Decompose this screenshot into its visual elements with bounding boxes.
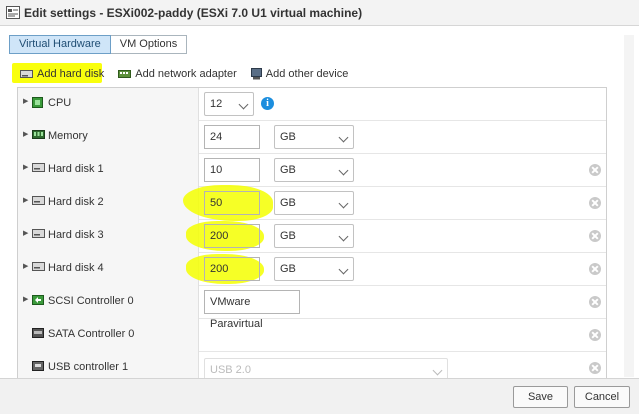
remove-device-icon[interactable]	[589, 164, 601, 176]
device-actions-bar: Add hard disk Add network adapter Add ot…	[20, 66, 362, 82]
device-label-cpu: CPU	[48, 97, 72, 109]
device-row-usb-controller-1: USB controller 1 USB 2.0	[18, 352, 606, 378]
hard-disk-1-unit-value: GB	[280, 164, 296, 176]
hard-disk-2-unit-select[interactable]: GB	[274, 191, 354, 215]
hard-disk-2-size-input[interactable]: 50	[204, 191, 260, 215]
device-row-hard-disk-2: ▶ Hard disk 2 50 GB	[18, 185, 606, 221]
remove-device-icon[interactable]	[589, 230, 601, 242]
vm-settings-icon	[6, 6, 20, 19]
hard-disk-icon	[32, 262, 45, 271]
device-row-memory: ▶ Memory 24 GB	[18, 121, 606, 154]
memory-unit-value: GB	[280, 131, 296, 143]
expand-arrow-icon[interactable]: ▶	[23, 97, 28, 105]
chevron-down-icon	[432, 365, 443, 376]
hard-disk-4-unit-select[interactable]: GB	[274, 257, 354, 281]
scsi-controller-type-select[interactable]: VMware Paravirtual	[204, 290, 300, 330]
expand-arrow-icon[interactable]: ▶	[23, 130, 28, 138]
cpu-count-value: 12	[210, 98, 223, 110]
dialog-scrollbar[interactable]	[624, 35, 634, 377]
hard-disk-icon	[32, 163, 45, 172]
remove-device-icon[interactable]	[589, 263, 601, 275]
other-device-icon	[250, 68, 262, 80]
remove-device-icon[interactable]	[589, 197, 601, 209]
scsi-controller-icon	[32, 295, 44, 305]
expand-arrow-icon[interactable]: ▶	[23, 163, 28, 171]
settings-tabs: Virtual Hardware VM Options	[9, 35, 188, 54]
hard-disk-icon	[32, 196, 45, 205]
hard-disk-2-unit-value: GB	[280, 197, 296, 209]
chevron-down-icon	[338, 132, 349, 143]
dialog-footer: Save Cancel	[0, 378, 639, 414]
usb-controller-type-value: USB 2.0	[210, 364, 251, 376]
hard-disk-1-size-input[interactable]: 10	[204, 158, 260, 182]
device-label-memory: Memory	[48, 130, 88, 142]
device-row-scsi-controller-0: ▶ SCSI Controller 0 VMware Paravirtual	[18, 286, 606, 330]
sata-controller-icon	[32, 328, 44, 338]
chevron-down-icon	[338, 198, 349, 209]
usb-controller-type-select[interactable]: USB 2.0	[204, 358, 448, 378]
hard-disk-1-unit-select[interactable]: GB	[274, 158, 354, 182]
device-label-sata-controller-0: SATA Controller 0	[48, 328, 135, 340]
memory-unit-select[interactable]: GB	[274, 125, 354, 149]
expand-arrow-icon[interactable]: ▶	[23, 196, 28, 204]
hard-disk-4-size-input[interactable]: 200	[204, 257, 260, 281]
cancel-button[interactable]: Cancel	[574, 386, 630, 408]
expand-arrow-icon[interactable]: ▶	[23, 262, 28, 270]
device-row-hard-disk-1: ▶ Hard disk 1 10 GB	[18, 154, 606, 187]
remove-device-icon[interactable]	[589, 296, 601, 308]
device-row-sata-controller-0: SATA Controller 0	[18, 319, 606, 352]
hard-disk-icon	[32, 229, 45, 238]
chevron-down-icon	[338, 264, 349, 275]
device-label-hard-disk-3: Hard disk 3	[48, 229, 104, 241]
memory-icon	[32, 130, 45, 139]
virtual-hardware-list: ▶ CPU 12 i ▶ Memory 24 GB ▶ Hard disk 1 …	[17, 87, 607, 378]
add-other-device-button[interactable]: Add other device	[250, 68, 349, 80]
chevron-down-icon	[238, 99, 249, 110]
hard-disk-4-unit-value: GB	[280, 263, 296, 275]
remove-device-icon[interactable]	[589, 329, 601, 341]
chevron-down-icon	[338, 231, 349, 242]
add-network-adapter-label: Add network adapter	[135, 68, 237, 80]
device-label-scsi-controller-0: SCSI Controller 0	[48, 295, 134, 307]
info-icon[interactable]: i	[261, 97, 274, 110]
usb-controller-icon	[32, 361, 44, 371]
cpu-count-select[interactable]: 12	[204, 92, 254, 116]
cpu-icon	[32, 97, 43, 108]
chevron-down-icon	[338, 165, 349, 176]
hard-disk-3-unit-value: GB	[280, 230, 296, 242]
device-row-hard-disk-3: ▶ Hard disk 3 200 GB	[18, 220, 606, 253]
add-other-device-label: Add other device	[265, 68, 349, 80]
hard-disk-3-unit-select[interactable]: GB	[274, 224, 354, 248]
tab-vm-options[interactable]: VM Options	[110, 35, 188, 54]
hard-disk-add-icon	[20, 70, 33, 78]
memory-size-input[interactable]: 24	[204, 125, 260, 149]
tab-virtual-hardware[interactable]: Virtual Hardware	[9, 35, 111, 54]
device-row-cpu: ▶ CPU 12 i	[18, 88, 606, 121]
device-label-hard-disk-4: Hard disk 4	[48, 262, 104, 274]
device-label-usb-controller-1: USB controller 1	[48, 361, 129, 373]
add-hard-disk-label: Add hard disk	[37, 68, 105, 80]
save-button[interactable]: Save	[513, 386, 568, 408]
hard-disk-3-size-input[interactable]: 200	[204, 224, 260, 248]
dialog-titlebar: Edit settings - ESXi002-paddy (ESXi 7.0 …	[0, 0, 639, 26]
dialog-title: Edit settings - ESXi002-paddy (ESXi 7.0 …	[24, 6, 363, 20]
network-adapter-icon	[118, 70, 132, 78]
add-hard-disk-button[interactable]: Add hard disk	[20, 68, 104, 80]
device-label-hard-disk-2: Hard disk 2	[48, 196, 104, 208]
device-row-hard-disk-4: ▶ Hard disk 4 200 GB	[18, 253, 606, 286]
device-label-hard-disk-1: Hard disk 1	[48, 163, 104, 175]
remove-device-icon[interactable]	[589, 362, 601, 374]
add-network-adapter-button[interactable]: Add network adapter	[118, 68, 237, 80]
expand-arrow-icon[interactable]: ▶	[23, 295, 28, 303]
expand-arrow-icon[interactable]: ▶	[23, 229, 28, 237]
